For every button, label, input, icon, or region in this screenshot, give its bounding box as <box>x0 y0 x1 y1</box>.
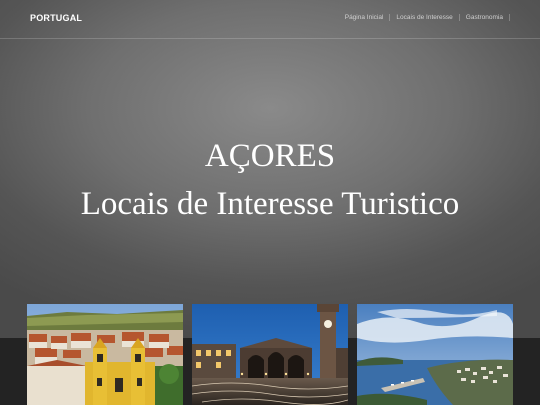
nav-link-pagina-inicial[interactable]: Página Inicial <box>339 14 391 21</box>
town-with-church-photo <box>27 304 183 405</box>
gallery-card-gates[interactable] <box>192 304 348 405</box>
hero-title: AÇORES <box>204 138 336 174</box>
nav-link-locais-de-interesse[interactable]: Locais de Interesse <box>390 14 460 21</box>
nav-link-gastronomia[interactable]: Gastronomia <box>460 14 510 21</box>
brand-link[interactable]: PORTUGAL <box>30 13 82 23</box>
coastal-bay-photo <box>357 304 513 405</box>
gallery-card-bay[interactable] <box>357 304 513 405</box>
nav-menu: Página Inicial Locais de Interesse Gastr… <box>339 14 510 21</box>
city-gates-at-night-photo <box>192 304 348 405</box>
navbar: PORTUGAL Página Inicial Locais de Intere… <box>0 0 540 39</box>
hero-subtitle: Locais de Interesse Turistico <box>80 186 460 222</box>
gallery-card-town[interactable] <box>27 304 183 405</box>
